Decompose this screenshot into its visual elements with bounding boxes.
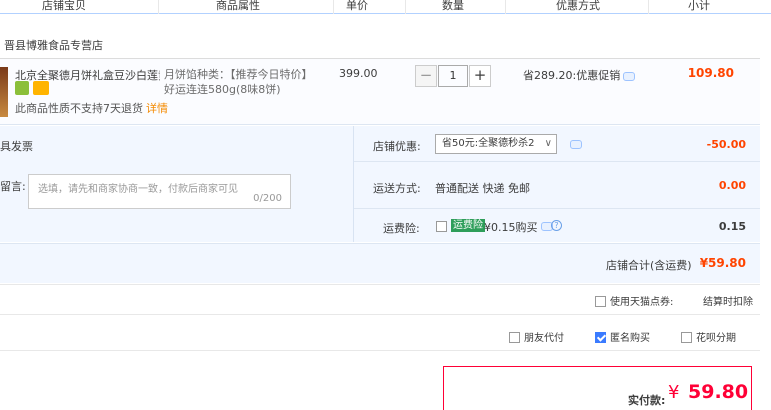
- header-props: 商品属性: [216, 0, 260, 12]
- huabei-option[interactable]: 花呗分期: [681, 329, 736, 344]
- item-thumbnail[interactable]: [0, 67, 8, 117]
- item-props: 月饼馅种类：【推荐今日特价】好运连连580g(8味8饼): [164, 68, 313, 96]
- message-textarea[interactable]: 选填，请先和商家协商一致，付款后商家可见 0/200: [28, 174, 291, 209]
- promo-info-icon[interactable]: [623, 71, 636, 81]
- promo-text: 省289.20:优惠促销: [523, 67, 636, 83]
- service-badge-icon: [15, 81, 29, 95]
- coupon-info-icon[interactable]: [570, 140, 582, 149]
- coupon-label: 店铺优惠:: [373, 140, 421, 153]
- item-note: 此商品性质不支持7天退货 详情: [15, 102, 168, 115]
- order-extras: 具发票 留言: 选填，请先和商家协商一致，付款后商家可见 0/200 店铺优惠:…: [0, 126, 760, 242]
- header-qty: 数量: [442, 0, 464, 12]
- tmall-points-checkbox[interactable]: [595, 295, 606, 307]
- shop-total-row: 店铺合计(含运费) ¥59.80: [0, 243, 760, 283]
- anonymous-checkbox[interactable]: [595, 331, 606, 343]
- header-discount: 优惠方式: [556, 0, 600, 12]
- shop-name[interactable]: 晋县博雅食品专营店: [4, 37, 103, 53]
- message-label: 留言:: [0, 180, 26, 193]
- anonymous-option[interactable]: 匿名购买: [595, 329, 650, 344]
- order-table-header: 店铺宝贝 商品属性 单价 数量 优惠方式 小计: [0, 0, 771, 14]
- insurance-price: ¥0.15购买: [484, 221, 538, 234]
- tmall-points-option[interactable]: 使用天猫点券:: [595, 293, 673, 308]
- item-price: 399.00: [339, 67, 378, 80]
- insurance-tag: 运费险: [451, 219, 485, 232]
- payment-summary: 实付款: ¥ 59.80: [443, 366, 752, 410]
- coupon-select[interactable]: 省50元:全聚德秒杀2 ∨: [435, 134, 557, 154]
- shipping-method: 普通配送 快递 免邮: [435, 182, 530, 195]
- item-subtotal: 109.80: [687, 66, 734, 80]
- decrease-button[interactable]: −: [415, 65, 437, 87]
- friend-pay-checkbox[interactable]: [509, 331, 520, 343]
- quantity-stepper: − 1 +: [415, 65, 491, 87]
- chevron-down-icon: ∨: [544, 138, 552, 149]
- insurance-checkbox[interactable]: [436, 221, 447, 232]
- shop-total-value: ¥59.80: [699, 256, 746, 270]
- shop-total-label: 店铺合计(含运费): [606, 259, 692, 272]
- shipping-amount: 0.00: [718, 179, 746, 192]
- order-item-row: 北京全聚德月饼礼盒豆沙白莲黄... 此商品性质不支持7天退货详情 月饼馅种类：【…: [0, 59, 760, 125]
- payment-label: 实付款:: [628, 394, 666, 407]
- deduct-note: 结算时扣除: [703, 297, 753, 308]
- payment-amount: 59.80: [688, 381, 749, 403]
- header-subtotal: 小计: [688, 0, 710, 12]
- header-price: 单价: [346, 0, 368, 12]
- quantity-input[interactable]: 1: [438, 65, 468, 87]
- increase-button[interactable]: +: [469, 65, 491, 87]
- card-badge-icon: [33, 81, 49, 95]
- header-shop-item: 店铺宝贝: [42, 0, 86, 12]
- insurance-amount: 0.15: [718, 220, 746, 233]
- shipping-label: 运送方式:: [373, 182, 421, 195]
- huabei-checkbox[interactable]: [681, 331, 692, 343]
- message-placeholder: 选填，请先和商家协商一致，付款后商家可见: [38, 184, 238, 195]
- help-icon[interactable]: ?: [551, 220, 562, 231]
- invoice-label[interactable]: 具发票: [0, 138, 33, 154]
- insurance-label: 运费险:: [383, 222, 420, 235]
- detail-link[interactable]: 详情: [146, 102, 168, 115]
- payment-currency: ¥: [668, 382, 680, 403]
- friend-pay-option[interactable]: 朋友代付: [509, 329, 564, 344]
- coupon-amount: -50.00: [706, 138, 746, 151]
- message-char-count: 0/200: [253, 193, 282, 204]
